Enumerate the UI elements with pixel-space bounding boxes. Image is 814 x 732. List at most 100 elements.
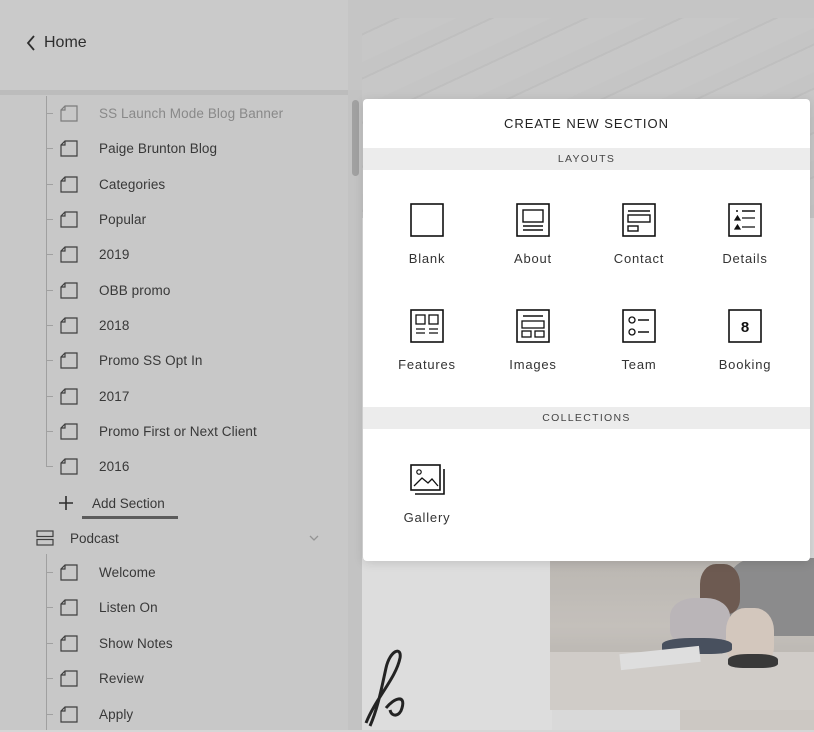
layout-option-contact[interactable]: Contact — [586, 202, 692, 292]
chevron-down-icon[interactable] — [308, 532, 320, 544]
tree-tick — [46, 325, 53, 326]
layout-option-features[interactable]: Features — [374, 308, 480, 398]
page-item-2017[interactable]: 2017 — [46, 379, 326, 414]
script-lettering-graphic — [364, 649, 405, 727]
tree-tick — [46, 113, 53, 114]
page-item-promo-first-or-next-client[interactable]: Promo First or Next Client — [46, 414, 326, 449]
page-label: Review — [99, 671, 144, 686]
tree-tick — [46, 431, 53, 432]
preview-photo — [550, 558, 814, 710]
add-section-button[interactable]: Add Section — [58, 488, 165, 518]
gallery-collection-icon — [410, 464, 445, 495]
preview-bottom-block — [680, 710, 814, 730]
page-icon — [60, 635, 78, 652]
header-divider — [0, 90, 348, 95]
tree-tick — [46, 254, 53, 255]
page-item-2019[interactable]: 2019 — [46, 237, 326, 272]
collection-option-gallery[interactable]: Gallery — [374, 461, 480, 551]
tree-tick — [46, 607, 53, 608]
about-layout-icon — [516, 203, 550, 237]
add-section-underline — [82, 516, 178, 519]
layout-option-blank[interactable]: Blank — [374, 202, 480, 292]
sidebar-scrollbar-track — [348, 90, 362, 730]
layout-label: About — [514, 251, 552, 266]
page-item-ss-launch-mode-blog-banner[interactable]: SS Launch Mode Blog Banner — [46, 96, 326, 131]
layout-label: Blank — [408, 251, 446, 266]
page-icon — [60, 352, 78, 369]
page-label: Show Notes — [99, 636, 173, 651]
page-label: Popular — [99, 212, 147, 227]
layout-label: Team — [621, 357, 657, 372]
layout-option-images[interactable]: Images — [480, 308, 586, 398]
page-item-popular[interactable]: Popular — [46, 202, 326, 237]
page-label: SS Launch Mode Blog Banner — [99, 106, 284, 121]
layout-option-about[interactable]: About — [480, 202, 586, 292]
page-tree: SS Launch Mode Blog Banner Paige Brunton… — [0, 96, 340, 730]
page-icon — [60, 599, 78, 616]
folder-item-podcast[interactable]: Podcast — [36, 520, 326, 556]
tree-tick — [46, 396, 53, 397]
layout-option-team[interactable]: Team — [586, 308, 692, 398]
create-section-modal: CREATE NEW SECTION LAYOUTS Blank About C… — [363, 99, 810, 561]
page-label: 2017 — [99, 389, 130, 404]
page-item-review[interactable]: Review — [46, 661, 326, 696]
page-item-promo-ss-opt-in[interactable]: Promo SS Opt In — [46, 343, 326, 378]
features-layout-icon — [410, 309, 444, 343]
contact-layout-icon — [622, 203, 656, 237]
home-label: Home — [44, 34, 87, 51]
page-item-paige-brunton-blog[interactable]: Paige Brunton Blog — [46, 131, 326, 166]
tree-tick — [46, 184, 53, 185]
tree-tick — [46, 714, 53, 715]
tree-tick — [46, 148, 53, 149]
page-icon — [60, 317, 78, 334]
page-icon — [60, 211, 78, 228]
page-item-welcome[interactable]: Welcome — [46, 555, 326, 590]
layout-option-details[interactable]: Details — [692, 202, 798, 292]
page-icon — [60, 670, 78, 687]
page-label: Paige Brunton Blog — [99, 141, 218, 156]
photo-person-boots — [728, 654, 778, 668]
page-label: Apply — [99, 707, 134, 722]
page-icon — [60, 176, 78, 193]
tree-tick — [46, 290, 53, 291]
add-section-label: Add Section — [92, 495, 165, 511]
layout-label: Booking — [718, 357, 772, 372]
chevron-left-icon — [26, 35, 35, 51]
tree-tick — [46, 572, 53, 573]
collection-label: Gallery — [403, 510, 451, 525]
page-item-2018[interactable]: 2018 — [46, 308, 326, 343]
page-item-listen-on[interactable]: Listen On — [46, 590, 326, 625]
sidebar: Home SS Launch Mode Blog Banner Paige Br… — [0, 0, 348, 730]
tree-tick — [46, 643, 53, 644]
page-label: Listen On — [99, 600, 158, 615]
page-item-obb-promo[interactable]: OBB promo — [46, 273, 326, 308]
layout-option-booking[interactable]: 8 Booking — [692, 308, 798, 398]
page-item-2016[interactable]: 2016 — [46, 449, 326, 484]
page-icon — [60, 140, 78, 157]
page-icon — [60, 105, 78, 122]
layout-label: Images — [509, 357, 557, 372]
tree-tick — [46, 466, 53, 467]
tree-tick — [46, 678, 53, 679]
page-item-categories[interactable]: Categories — [46, 167, 326, 202]
page-icon — [60, 706, 78, 723]
sidebar-scrollbar-thumb[interactable] — [352, 100, 359, 176]
layout-label: Details — [722, 251, 768, 266]
page-label: Categories — [99, 177, 166, 192]
tree-tick — [46, 360, 53, 361]
plus-icon — [59, 496, 73, 510]
page-label: Promo SS Opt In — [99, 353, 203, 368]
page-item-show-notes[interactable]: Show Notes — [46, 626, 326, 661]
blank-layout-icon — [410, 203, 444, 237]
page-icon — [60, 246, 78, 263]
page-label: Promo First or Next Client — [99, 424, 257, 439]
folder-icon — [36, 530, 54, 546]
page-icon — [60, 564, 78, 581]
page-label: Welcome — [99, 565, 156, 580]
tree-tick — [46, 219, 53, 220]
home-back-link[interactable]: Home — [26, 32, 87, 54]
page-item-apply[interactable]: Apply — [46, 697, 326, 732]
layouts-heading: LAYOUTS — [363, 148, 810, 170]
layout-label: Contact — [613, 251, 665, 266]
booking-layout-icon: 8 — [728, 309, 762, 343]
